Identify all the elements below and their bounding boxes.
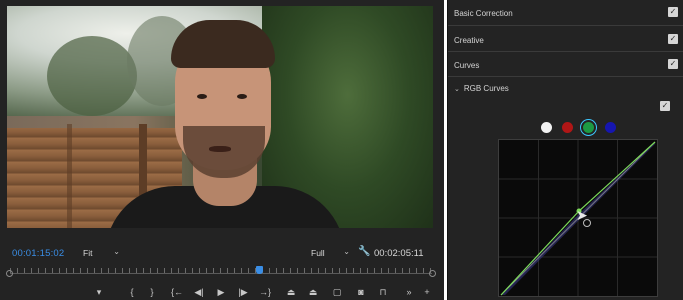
playback-resolution-value: Full (311, 248, 325, 258)
playhead-ruler[interactable] (6, 266, 436, 278)
extract-icon[interactable]: ⏏ (306, 286, 320, 298)
chevron-down-icon: ⌄ (343, 247, 350, 256)
ruler-end-handle[interactable] (429, 270, 436, 277)
ruler-track (10, 273, 432, 274)
video-subject-eye (197, 94, 207, 99)
curves-checkbox[interactable]: ✓ (668, 59, 678, 69)
divider (448, 25, 683, 26)
section-label: Curves (454, 61, 480, 70)
playhead-marker[interactable] (255, 266, 263, 274)
video-fence-post (67, 124, 72, 228)
program-monitor: 00:01:15:02 Fit ⌄ Full ⌄ 🔧 00:02:05:11 ▾… (0, 0, 444, 300)
target-point-icon (583, 219, 591, 227)
channel-green-button[interactable] (583, 122, 594, 133)
divider (448, 51, 683, 52)
creative-checkbox[interactable]: ✓ (668, 34, 678, 44)
chevron-down-icon: ⌄ (454, 86, 460, 93)
section-label: Creative (454, 36, 484, 45)
in-point-icon[interactable]: { (125, 286, 139, 298)
divider (448, 76, 683, 77)
marker-icon[interactable]: ▾ (92, 286, 106, 298)
channel-white-button[interactable] (541, 122, 552, 133)
video-subject-eye (237, 94, 247, 99)
step-back-icon[interactable]: ◀| (192, 286, 206, 298)
creative-section[interactable]: Creative ✓ (448, 31, 683, 49)
safe-margins-icon[interactable]: ▢ (330, 286, 344, 298)
curves-section[interactable]: Curves ✓ (448, 56, 683, 74)
wrench-icon[interactable]: 🔧 (358, 246, 370, 257)
zoom-level-value: Fit (83, 248, 93, 258)
video-tree (47, 36, 137, 116)
section-label: Basic Correction (454, 9, 513, 18)
channel-red-button[interactable] (562, 122, 573, 133)
chevron-down-icon: ⌄ (113, 247, 120, 256)
lumetri-color-panel: Basic Correction ✓ Creative ✓ Curves ✓ ⌄… (447, 0, 683, 300)
video-subject-mouth (209, 146, 231, 152)
transport-controls: ▾ {} {← ◀| ▶ |▶ →} ⏏ ⏏ ▢ ◙ ⊓ » + (92, 286, 442, 300)
lift-icon[interactable]: ⏏ (284, 286, 298, 298)
play-icon[interactable]: ▶ (214, 286, 228, 298)
step-forward-icon[interactable]: |▶ (236, 286, 250, 298)
go-to-out-icon[interactable]: →} (258, 286, 272, 298)
comparison-view-icon[interactable]: ⊓ (376, 286, 390, 298)
video-preview[interactable] (7, 6, 433, 228)
more-icon[interactable]: » (402, 286, 416, 298)
rgb-curves-checkbox[interactable]: ✓ (660, 101, 670, 111)
ruler-start-handle[interactable] (6, 270, 13, 277)
basic-correction-checkbox[interactable]: ✓ (668, 7, 678, 17)
basic-correction-section[interactable]: Basic Correction ✓ (448, 4, 683, 22)
playback-resolution-select[interactable]: Full ⌄ (308, 247, 352, 260)
add-button-icon[interactable]: + (420, 286, 434, 298)
go-to-in-icon[interactable]: {← (170, 286, 184, 298)
duration-timecode: 00:02:05:11 (374, 248, 424, 259)
monitor-time-bar: 00:01:15:02 Fit ⌄ Full ⌄ 🔧 00:02:05:11 (0, 244, 444, 264)
zoom-level-select[interactable]: Fit ⌄ (80, 247, 122, 260)
export-frame-icon[interactable]: ◙ (354, 286, 368, 298)
rgb-curves-header[interactable]: ⌄ RGB Curves (454, 84, 509, 93)
rgb-curves-label: RGB Curves (463, 84, 509, 93)
channel-blue-button[interactable] (605, 122, 616, 133)
current-timecode[interactable]: 00:01:15:02 (12, 248, 64, 259)
out-point-icon[interactable]: } (145, 286, 159, 298)
video-subject-hair (171, 20, 275, 68)
